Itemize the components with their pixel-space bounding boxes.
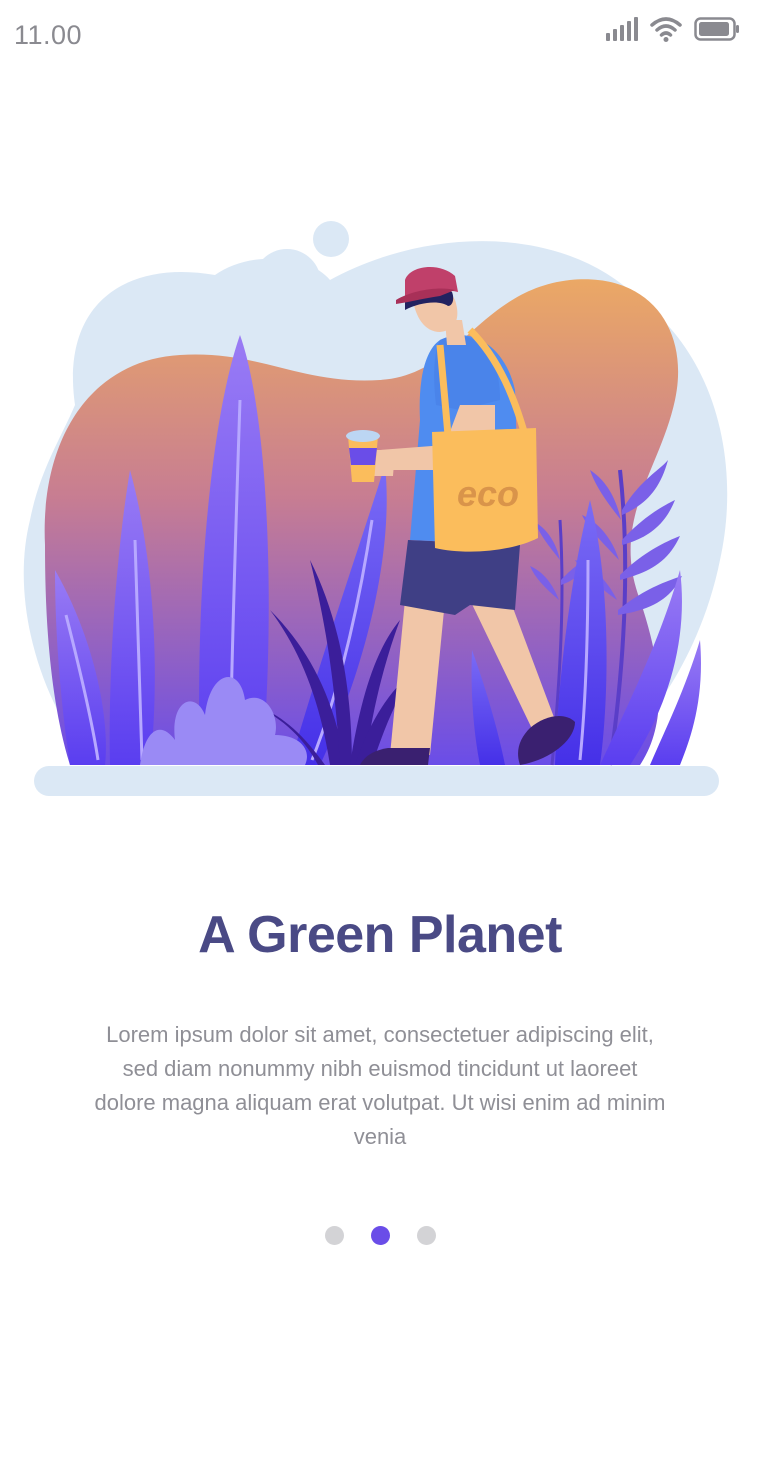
wifi-icon bbox=[650, 17, 682, 42]
page-dot-2[interactable] bbox=[370, 1226, 390, 1245]
bag-eco-text: eco bbox=[457, 473, 519, 514]
pagination-dots bbox=[0, 1226, 760, 1245]
status-time: 11.00 bbox=[14, 20, 83, 50]
page-title: A Green Planet bbox=[198, 906, 562, 964]
ground-bar bbox=[34, 766, 719, 796]
status-bar: 11.00 bbox=[0, 0, 760, 70]
eco-walker-illustration: eco bbox=[23, 221, 728, 796]
onboarding-screen: 11.00 eco A Green Planet Lorem ipsum dol… bbox=[0, 0, 760, 1471]
page-description: Lorem ipsum dolor sit amet, consectetuer… bbox=[94, 1022, 666, 1149]
battery-icon bbox=[694, 17, 739, 41]
page-dot-1[interactable] bbox=[324, 1226, 344, 1245]
signal-icon bbox=[606, 17, 638, 41]
status-icons bbox=[606, 16, 740, 42]
page-dot-3[interactable] bbox=[416, 1226, 436, 1245]
